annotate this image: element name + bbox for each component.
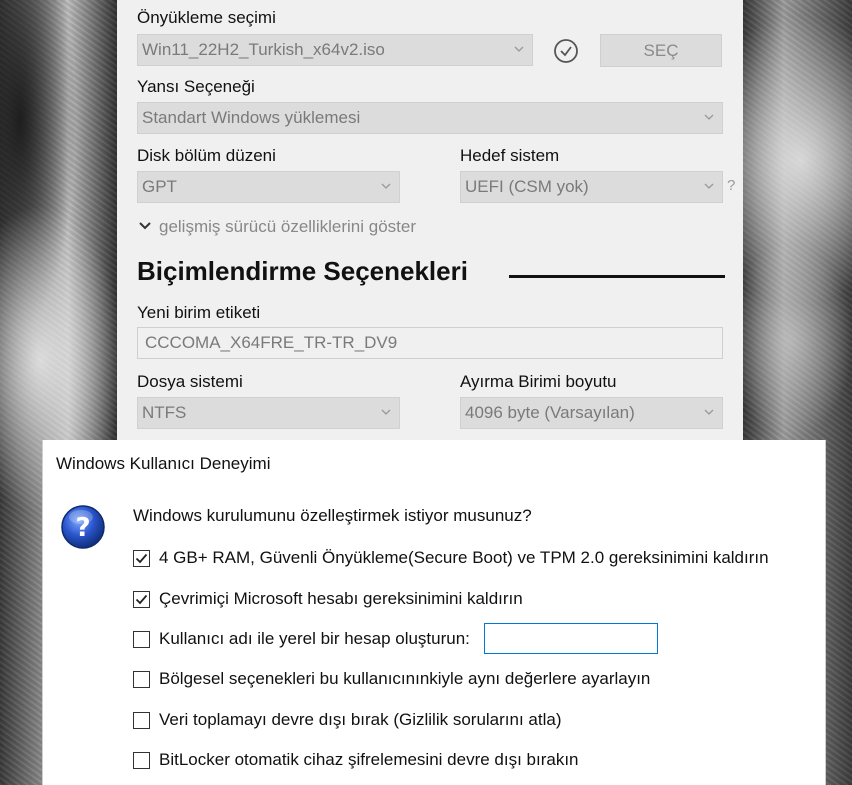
option-local-account[interactable]: Kullanıcı adı ile yerel bir hesap oluştu… <box>133 628 470 650</box>
format-section-title: Biçimlendirme Seçenekleri <box>137 256 468 286</box>
option-disable-bitlocker[interactable]: BitLocker otomatik cihaz şifrelemesini d… <box>133 749 579 771</box>
partition-scheme-value: GPT <box>142 177 177 196</box>
file-system-label: Dosya sistemi <box>137 372 243 391</box>
chevron-down-icon <box>704 114 714 120</box>
chevron-down-icon <box>381 409 391 415</box>
select-button[interactable]: SEÇ <box>600 34 722 67</box>
advanced-drive-toggle[interactable]: gelişmiş sürücü özelliklerini göster <box>139 217 416 237</box>
target-system-value: UEFI (CSM yok) <box>465 177 589 196</box>
option-label: Veri toplamayı devre dışı bırak (Gizlili… <box>159 710 562 729</box>
question-icon: ? <box>61 505 105 549</box>
option-label: Çevrimiçi Microsoft hesabı gereksinimini… <box>159 589 523 608</box>
partition-scheme-label: Disk bölüm düzeni <box>137 146 276 165</box>
option-label: BitLocker otomatik cihaz şifrelemesini d… <box>159 750 579 769</box>
advanced-drive-label: gelişmiş sürücü özelliklerini göster <box>159 217 416 236</box>
option-regional-settings[interactable]: Bölgesel seçenekleri bu kullanıcınınkiyl… <box>133 668 650 690</box>
partition-scheme-dropdown[interactable]: GPT <box>137 171 400 203</box>
chevron-down-icon <box>139 222 151 230</box>
chevron-down-icon <box>704 183 714 189</box>
option-label: Kullanıcı adı ile yerel bir hesap oluştu… <box>159 629 470 648</box>
target-system-label: Hedef sistem <box>460 146 560 165</box>
chevron-down-icon <box>514 46 524 52</box>
section-divider <box>509 275 725 278</box>
checkmark-icon <box>135 553 148 563</box>
cluster-size-dropdown[interactable]: 4096 byte (Varsayılan) <box>460 397 723 429</box>
volume-label-label: Yeni birim etiketi <box>137 303 261 322</box>
option-disable-data-collection[interactable]: Veri toplamayı devre dışı bırak (Gizlili… <box>133 709 561 731</box>
file-system-value: NTFS <box>142 403 187 422</box>
chevron-down-icon <box>381 183 391 189</box>
cluster-size-value: 4096 byte (Varsayılan) <box>465 403 635 422</box>
boot-selection-value: Win11_22H2_Turkish_x64v2.iso <box>142 40 385 59</box>
cluster-size-label: Ayırma Birimi boyutu <box>460 372 617 391</box>
boot-selection-label: Önyükleme seçimi <box>137 8 276 27</box>
image-option-label: Yansı Seçeneği <box>137 77 255 96</box>
dialog-question: Windows kurulumunu özelleştirmek istiyor… <box>133 506 532 525</box>
checkbox-regional-settings[interactable] <box>133 670 150 688</box>
image-option-dropdown[interactable]: Standart Windows yüklemesi <box>137 102 723 134</box>
option-label: 4 GB+ RAM, Güvenli Önyükleme(Secure Boot… <box>159 548 769 567</box>
checkbox-disable-bitlocker[interactable] <box>133 751 150 769</box>
target-system-help[interactable]: ? <box>727 177 735 194</box>
svg-text:?: ? <box>75 513 90 543</box>
rufus-window: Önyükleme seçimi Win11_22H2_Turkish_x64v… <box>117 0 743 440</box>
checkbox-remove-hw-requirements[interactable] <box>133 549 150 567</box>
option-remove-online-account[interactable]: Çevrimiçi Microsoft hesabı gereksinimini… <box>133 588 523 610</box>
local-account-username-input[interactable] <box>484 623 658 654</box>
file-system-dropdown[interactable]: NTFS <box>137 397 400 429</box>
checkbox-disable-data-collection[interactable] <box>133 711 150 729</box>
option-label: Bölgesel seçenekleri bu kullanıcınınkiyl… <box>159 669 651 688</box>
check-circle-icon[interactable] <box>553 38 579 64</box>
checkbox-local-account[interactable] <box>133 630 150 648</box>
volume-label-input[interactable]: CCCOMA_X64FRE_TR-TR_DV9 <box>137 327 723 359</box>
image-option-value: Standart Windows yüklemesi <box>142 108 361 127</box>
checkmark-icon <box>135 594 148 604</box>
dialog-title: Windows Kullanıcı Deneyimi <box>56 454 271 473</box>
option-remove-hw-requirements[interactable]: 4 GB+ RAM, Güvenli Önyükleme(Secure Boot… <box>133 547 769 569</box>
target-system-dropdown[interactable]: UEFI (CSM yok) <box>460 171 723 203</box>
chevron-down-icon <box>704 409 714 415</box>
boot-selection-dropdown[interactable]: Win11_22H2_Turkish_x64v2.iso <box>137 34 533 66</box>
checkbox-remove-online-account[interactable] <box>133 590 150 608</box>
windows-user-experience-dialog: Windows Kullanıcı Deneyimi ? Windows kur… <box>42 440 826 785</box>
